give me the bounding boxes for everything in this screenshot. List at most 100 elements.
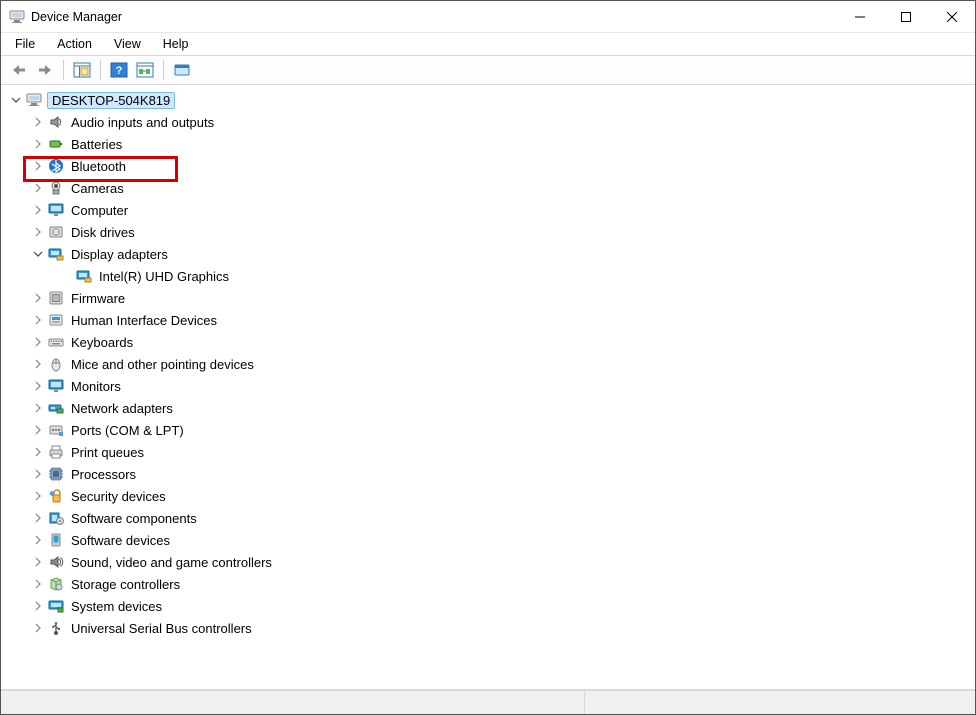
chevron-right-icon[interactable] — [31, 225, 45, 239]
device-tree[interactable]: DESKTOP-504K819 Audio inputs and outputs… — [1, 85, 975, 690]
help-button[interactable]: ? — [107, 58, 131, 82]
tree-category[interactable]: Firmware — [5, 287, 975, 309]
window-controls — [837, 2, 975, 32]
monitor-icon — [47, 377, 65, 395]
tree-category[interactable]: Display adapters — [5, 243, 975, 265]
processor-icon — [47, 465, 65, 483]
mouse-icon — [47, 355, 65, 373]
display-adapter-icon — [47, 245, 65, 263]
tree-category[interactable]: Monitors — [5, 375, 975, 397]
back-button[interactable] — [7, 58, 31, 82]
tree-category[interactable]: Keyboards — [5, 331, 975, 353]
chevron-right-icon[interactable] — [31, 555, 45, 569]
chevron-down-icon[interactable] — [31, 247, 45, 261]
network-adapter-icon — [47, 399, 65, 417]
tree-category-label: Firmware — [69, 290, 127, 307]
software-device-icon — [47, 531, 65, 549]
tree-root-node[interactable]: DESKTOP-504K819 — [5, 89, 975, 111]
chevron-right-icon[interactable] — [31, 159, 45, 173]
chevron-right-icon[interactable] — [31, 423, 45, 437]
chevron-right-icon[interactable] — [31, 291, 45, 305]
tree-category-label: Keyboards — [69, 334, 135, 351]
toolbar-separator — [63, 60, 64, 80]
menu-view[interactable]: View — [104, 35, 151, 53]
tree-category[interactable]: Software devices — [5, 529, 975, 551]
show-hidden-button[interactable] — [70, 58, 94, 82]
chevron-right-icon[interactable] — [31, 203, 45, 217]
software-component-icon — [47, 509, 65, 527]
tree-category[interactable]: Software components — [5, 507, 975, 529]
tree-category-label: Network adapters — [69, 400, 175, 417]
chevron-right-icon[interactable] — [31, 335, 45, 349]
tree-category[interactable]: Batteries — [5, 133, 975, 155]
tree-category[interactable]: Human Interface Devices — [5, 309, 975, 331]
properties-button[interactable] — [170, 58, 194, 82]
chevron-right-icon[interactable] — [31, 313, 45, 327]
menu-file[interactable]: File — [5, 35, 45, 53]
tree-category-label: Batteries — [69, 136, 124, 153]
chevron-right-icon[interactable] — [31, 467, 45, 481]
tree-category[interactable]: Security devices — [5, 485, 975, 507]
tree-category[interactable]: Bluetooth — [5, 155, 975, 177]
chevron-right-icon[interactable] — [31, 445, 45, 459]
tree-category[interactable]: System devices — [5, 595, 975, 617]
tree-category[interactable]: Cameras — [5, 177, 975, 199]
forward-button[interactable] — [33, 58, 57, 82]
tree-category-label: Software devices — [69, 532, 172, 549]
tree-category-label: Human Interface Devices — [69, 312, 219, 329]
tree-category-label: Universal Serial Bus controllers — [69, 620, 254, 637]
system-device-icon — [47, 597, 65, 615]
tree-category[interactable]: Ports (COM & LPT) — [5, 419, 975, 441]
storage-icon — [47, 575, 65, 593]
chevron-right-icon[interactable] — [31, 357, 45, 371]
tree-category[interactable]: Sound, video and game controllers — [5, 551, 975, 573]
menu-action[interactable]: Action — [47, 35, 102, 53]
tree-category[interactable]: Storage controllers — [5, 573, 975, 595]
disk-icon — [47, 223, 65, 241]
tree-category-label: Audio inputs and outputs — [69, 114, 216, 131]
tree-category[interactable]: Computer — [5, 199, 975, 221]
toolbar-separator — [100, 60, 101, 80]
tree-category-label: Security devices — [69, 488, 168, 505]
chevron-right-icon[interactable] — [31, 489, 45, 503]
statusbar — [1, 690, 975, 714]
toolbar-separator — [163, 60, 164, 80]
chevron-right-icon[interactable] — [31, 577, 45, 591]
tree-category[interactable]: Audio inputs and outputs — [5, 111, 975, 133]
chevron-right-icon[interactable] — [31, 115, 45, 129]
chevron-right-icon[interactable] — [31, 533, 45, 547]
close-button[interactable] — [929, 2, 975, 32]
maximize-button[interactable] — [883, 2, 929, 32]
tree-category-label: Bluetooth — [69, 158, 128, 175]
chevron-right-icon[interactable] — [31, 621, 45, 635]
speaker-icon — [47, 113, 65, 131]
chevron-down-icon[interactable] — [9, 93, 23, 107]
tree-category-label: Computer — [69, 202, 130, 219]
tree-category[interactable]: Mice and other pointing devices — [5, 353, 975, 375]
device-manager-window: Device Manager File Action View Help — [0, 0, 976, 715]
scan-hardware-button[interactable] — [133, 58, 157, 82]
chevron-right-icon[interactable] — [31, 599, 45, 613]
tree-category-label: System devices — [69, 598, 164, 615]
chevron-right-icon[interactable] — [31, 511, 45, 525]
port-icon — [47, 421, 65, 439]
menubar: File Action View Help — [1, 33, 975, 55]
tree-category[interactable]: Print queues — [5, 441, 975, 463]
tree-category[interactable]: Processors — [5, 463, 975, 485]
chevron-right-icon[interactable] — [31, 379, 45, 393]
tree-category[interactable]: Universal Serial Bus controllers — [5, 617, 975, 639]
tree-category-label: Sound, video and game controllers — [69, 554, 274, 571]
properties-icon — [173, 62, 191, 78]
menu-help[interactable]: Help — [153, 35, 199, 53]
tree-category-label: Print queues — [69, 444, 146, 461]
tree-category[interactable]: Network adapters — [5, 397, 975, 419]
minimize-button[interactable] — [837, 2, 883, 32]
tree-category-label: Processors — [69, 466, 138, 483]
scan-hardware-icon — [136, 62, 154, 78]
tree-device[interactable]: Intel(R) UHD Graphics — [5, 265, 975, 287]
help-icon: ? — [110, 62, 128, 78]
tree-category[interactable]: Disk drives — [5, 221, 975, 243]
chevron-right-icon[interactable] — [31, 137, 45, 151]
chevron-right-icon[interactable] — [31, 401, 45, 415]
chevron-right-icon[interactable] — [31, 181, 45, 195]
